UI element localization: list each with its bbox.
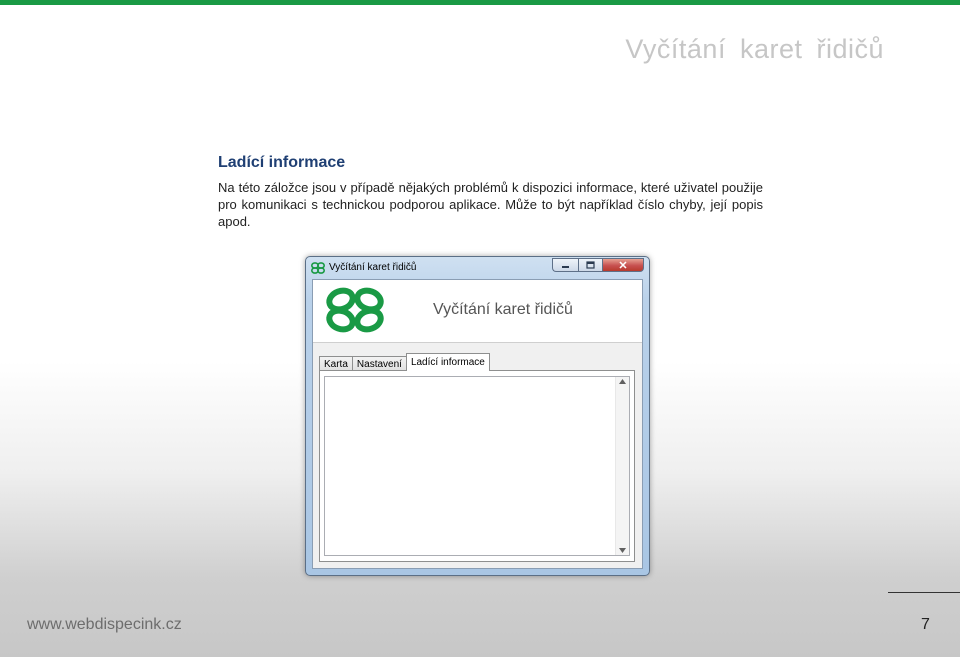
app-window: Vyčítání karet řidičů ✕ Vyčítání karet ř… <box>305 256 650 576</box>
banner-title: Vyčítání karet řidičů <box>433 301 573 318</box>
tab-panel <box>319 370 635 562</box>
tab-strip: Karta Nastavení Ladící informace <box>319 353 490 371</box>
debug-info-textarea[interactable] <box>324 376 630 556</box>
page-title: Vyčítání karet řidičů <box>625 34 884 64</box>
top-accent-bar <box>0 0 960 5</box>
minimize-button[interactable] <box>552 258 578 272</box>
page-number: 7 <box>921 616 930 633</box>
body-paragraph: Na této záložce jsou v případě nějakých … <box>218 180 763 229</box>
vertical-scrollbar[interactable] <box>615 377 629 555</box>
close-button[interactable]: ✕ <box>602 258 644 272</box>
company-logo-icon <box>326 287 384 333</box>
close-icon: ✕ <box>618 259 628 272</box>
window-title: Vyčítání karet řidičů <box>329 262 417 273</box>
tab-ladici-informace[interactable]: Ladící informace <box>405 353 490 371</box>
section-heading: Ladící informace <box>218 154 346 171</box>
scroll-down-icon[interactable] <box>619 548 626 553</box>
minimize-icon <box>562 266 569 268</box>
maximize-button[interactable] <box>578 258 602 272</box>
app-banner: Vyčítání karet řidičů <box>313 280 642 343</box>
app-logo-icon <box>311 262 325 274</box>
footer-url: www.webdispecink.cz <box>27 616 182 633</box>
window-titlebar[interactable]: Vyčítání karet řidičů ✕ <box>306 257 649 279</box>
scroll-up-icon[interactable] <box>619 379 626 384</box>
tab-karta[interactable]: Karta <box>319 356 353 371</box>
window-client-area: Vyčítání karet řidičů Karta Nastavení La… <box>312 279 643 569</box>
footer-divider <box>888 592 960 593</box>
maximize-icon <box>586 261 595 269</box>
window-controls: ✕ <box>552 258 644 273</box>
tab-nastaveni[interactable]: Nastavení <box>351 356 407 371</box>
